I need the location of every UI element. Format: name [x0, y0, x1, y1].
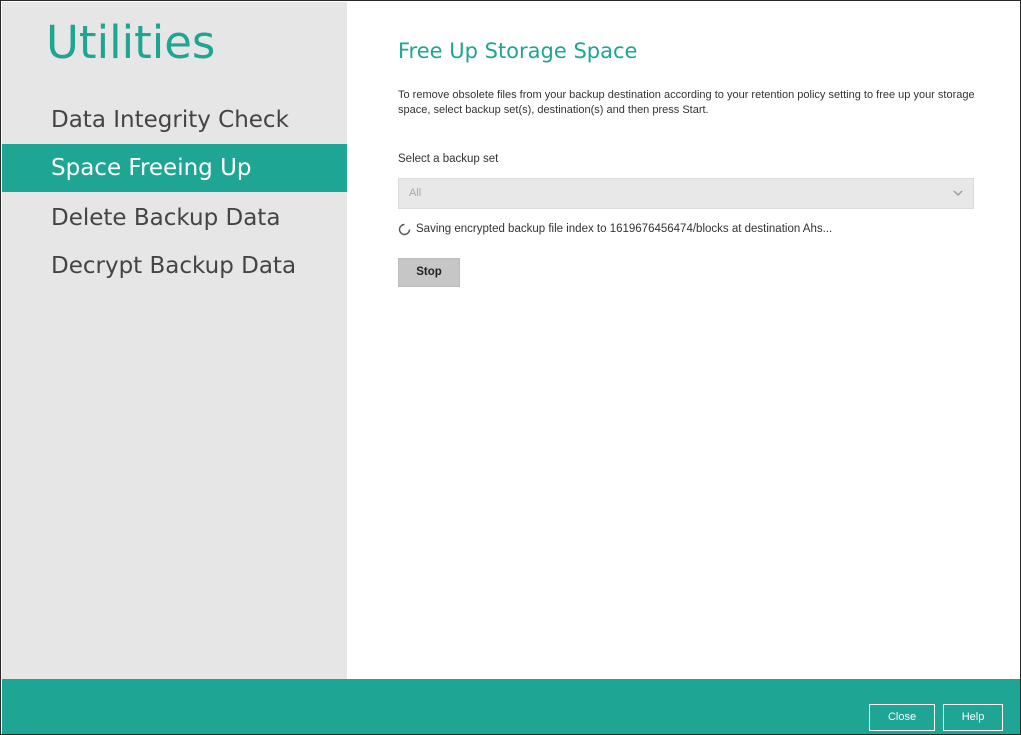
status-text: Saving encrypted backup file index to 16… [416, 223, 833, 235]
help-button[interactable]: Help [943, 704, 1003, 731]
utilities-window: Utilities Data Integrity Check Space Fre… [0, 0, 1021, 735]
stop-button[interactable]: Stop [398, 258, 460, 287]
status-row: Saving encrypted backup file index to 16… [398, 222, 978, 240]
description-text: To remove obsolete files from your backu… [398, 89, 975, 116]
sidebar: Utilities Data Integrity Check Space Fre… [2, 2, 347, 679]
sidebar-item-decrypt-backup-data[interactable]: Decrypt Backup Data [2, 242, 347, 290]
sidebar-item-data-integrity-check[interactable]: Data Integrity Check [2, 96, 347, 144]
sidebar-item-space-freeing-up[interactable]: Space Freeing Up [2, 144, 347, 192]
main-panel: Free Up Storage Space To remove obsolete… [347, 2, 1020, 679]
sidebar-title: Utilities [46, 16, 216, 69]
backup-set-select-value: All [409, 187, 422, 199]
close-button[interactable]: Close [869, 704, 935, 731]
select-backup-set-label: Select a backup set [398, 153, 499, 165]
spinner-icon [398, 223, 411, 236]
page-title: Free Up Storage Space [398, 39, 638, 63]
chevron-down-icon [953, 190, 963, 197]
sidebar-item-delete-backup-data[interactable]: Delete Backup Data [2, 194, 347, 242]
backup-set-select[interactable]: All [398, 178, 974, 209]
